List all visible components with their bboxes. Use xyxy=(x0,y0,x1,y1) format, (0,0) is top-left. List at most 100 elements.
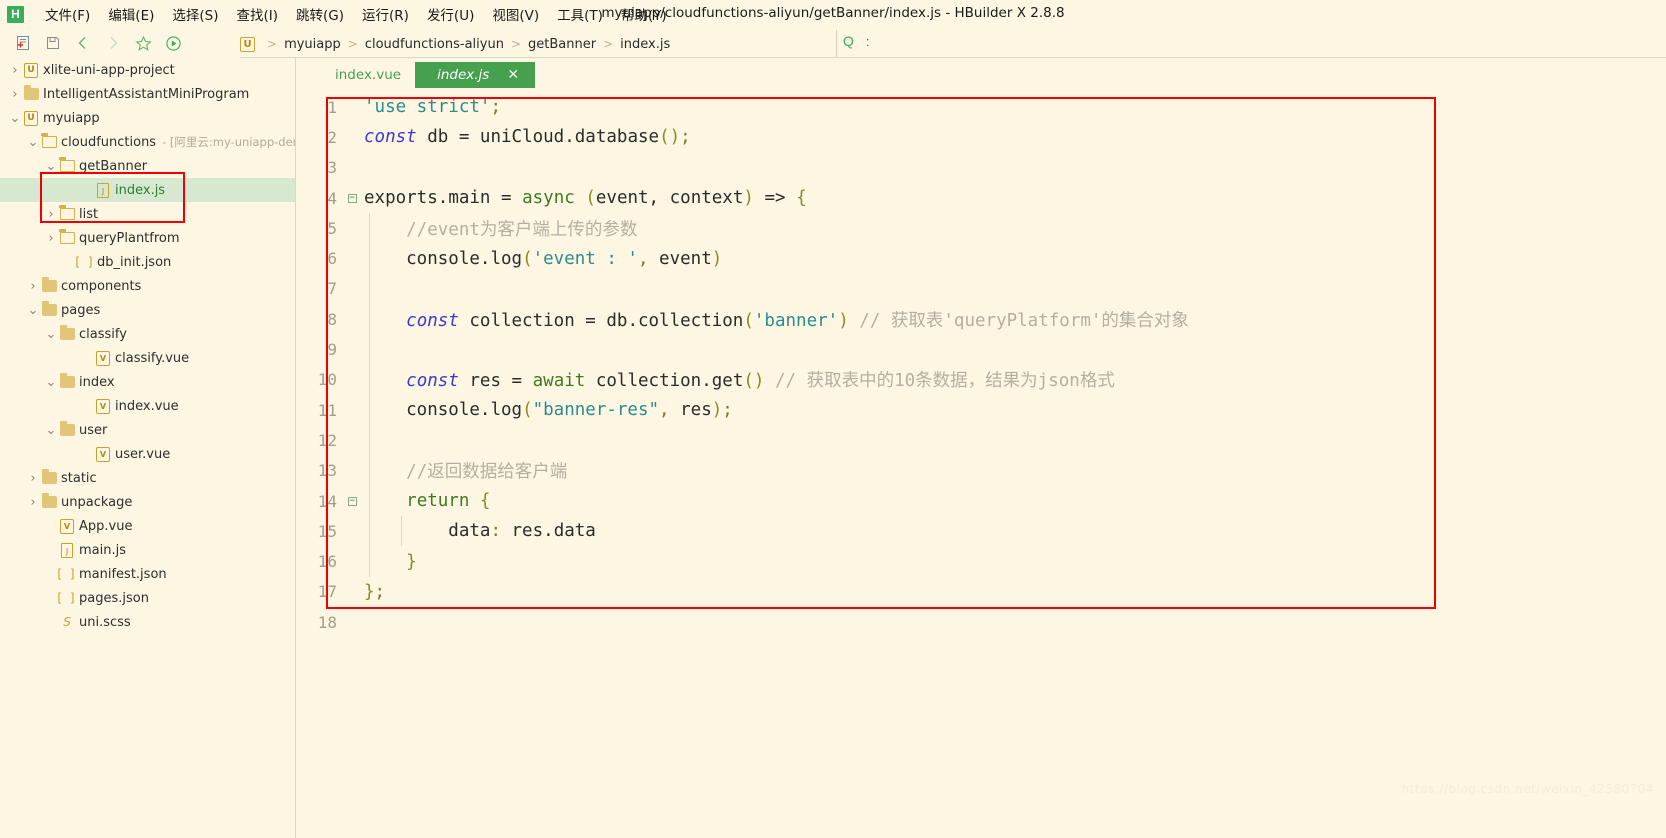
menu-item-view[interactable]: 视图(V) xyxy=(483,1,548,27)
tab-index-js[interactable]: index.js ✕ xyxy=(415,62,536,88)
indent-guide xyxy=(369,213,370,244)
chevron-down-icon[interactable]: ⌄ xyxy=(44,154,58,178)
tree-item-queryplantfrom[interactable]: › queryPlantfrom xyxy=(0,226,295,250)
menu-item-tools[interactable]: 工具(T) xyxy=(548,1,612,27)
save-icon[interactable] xyxy=(38,30,68,56)
tree-item-pages[interactable]: ⌄ pages xyxy=(0,298,295,322)
run-icon[interactable] xyxy=(158,30,188,56)
fold-collapse-icon[interactable]: − xyxy=(344,496,360,506)
folder-closed-icon xyxy=(22,82,40,106)
tree-item-manifest.json[interactable]: [ ] manifest.json xyxy=(0,562,295,586)
folder-closed-icon xyxy=(40,466,58,490)
token-punct: , xyxy=(637,248,649,269)
chevron-down-icon[interactable]: ⌄ xyxy=(8,106,22,130)
tree-item-user[interactable]: ⌄ user xyxy=(0,418,295,442)
tree-item-cloudfunctions[interactable]: ⌄ cloudfunctions - [阿里云:my-uniapp-demo] xyxy=(0,130,295,154)
chevron-right-icon[interactable]: › xyxy=(26,490,40,514)
folder-open-icon xyxy=(58,226,76,250)
menu-item-select[interactable]: 选择(S) xyxy=(163,1,227,27)
tree-item-app.vue[interactable]: V App.vue xyxy=(0,514,295,538)
tree-item-label: index xyxy=(79,374,115,390)
token-com: //返回数据给客户端 xyxy=(406,462,568,483)
menu-item-help[interactable]: 帮助(Y) xyxy=(612,1,676,27)
back-icon[interactable] xyxy=(68,30,98,56)
chevron-right-icon[interactable]: › xyxy=(26,274,40,298)
token-plain: data xyxy=(364,521,491,542)
token-str: 'use strict' xyxy=(364,97,491,118)
tree-item-xlite-uni-app-project[interactable]: › Uxlite-uni-app-project xyxy=(0,58,295,82)
chevron-down-icon[interactable]: ⌄ xyxy=(44,322,58,346)
chevron-down-icon[interactable]: ⌄ xyxy=(44,418,58,442)
vue-file-icon: V xyxy=(58,514,76,538)
menu-item-publish[interactable]: 发行(U) xyxy=(418,1,483,27)
project-file-tree[interactable]: › Uxlite-uni-app-project › IntelligentAssis… xyxy=(0,58,295,838)
menu-item-find[interactable]: 查找(I) xyxy=(228,1,288,27)
tree-item-label: components xyxy=(61,278,142,294)
tree-item-dbinit.json[interactable]: [ ] db_init.json xyxy=(0,250,295,274)
chevron-down-icon[interactable]: ⌄ xyxy=(44,370,58,394)
chevron-right-icon[interactable]: › xyxy=(44,202,58,226)
code-line: 8 const collection = db.collection('bann… xyxy=(296,304,1666,335)
search-icon[interactable]: Q xyxy=(843,33,854,49)
json-file-icon: [ ] xyxy=(57,591,77,605)
favorite-star-icon[interactable] xyxy=(128,30,158,56)
tab-index-vue[interactable]: index.vue xyxy=(321,62,415,88)
breadcrumb-segment-cloudfunctions[interactable]: cloudfunctions-aliyun xyxy=(365,37,504,52)
tree-item-index.vue[interactable]: Vindex.vue xyxy=(0,394,295,418)
token-plain: uniCloud xyxy=(469,127,565,148)
tree-item-intelligentassistantminiprogram[interactable]: › IntelligentAssistantMiniProgram xyxy=(0,82,295,106)
token-kw: const xyxy=(406,371,459,392)
folder-closed-icon xyxy=(40,490,58,514)
breadcrumb-separator: > xyxy=(603,37,614,51)
code-text: const res = await collection.get() // 获取… xyxy=(360,367,1666,392)
menu-item-edit[interactable]: 编辑(E) xyxy=(99,1,163,27)
more-options-icon[interactable]: : xyxy=(866,34,871,49)
close-icon[interactable]: ✕ xyxy=(507,67,519,83)
chevron-right-icon[interactable]: › xyxy=(44,226,58,250)
tree-item-uni.scss[interactable]: Suni.scss xyxy=(0,610,295,634)
tree-item-classify.vue[interactable]: Vclassify.vue xyxy=(0,346,295,370)
chevron-right-icon[interactable]: › xyxy=(8,82,22,106)
tree-item-user.vue[interactable]: Vuser.vue xyxy=(0,442,295,466)
chevron-right-icon[interactable]: › xyxy=(8,58,22,82)
tree-item-components[interactable]: › components xyxy=(0,274,295,298)
breadcrumb-segment-file[interactable]: index.js xyxy=(620,37,670,52)
chevron-right-icon[interactable]: › xyxy=(26,466,40,490)
toolbar-divider xyxy=(836,30,837,57)
menu-item-run[interactable]: 运行(R) xyxy=(353,1,418,27)
new-file-icon[interactable] xyxy=(8,30,38,56)
tree-item-index.js[interactable]: Jindex.js xyxy=(0,178,295,202)
tree-item-main.js[interactable]: Jmain.js xyxy=(0,538,295,562)
chevron-down-icon[interactable]: ⌄ xyxy=(26,130,40,154)
line-number: 5 xyxy=(327,218,337,238)
tree-item-getbanner[interactable]: ⌄ getBanner xyxy=(0,154,295,178)
token-kw: const xyxy=(406,310,459,331)
code-editor[interactable]: 1'use strict'; 2 const db = uniCloud.datab… xyxy=(296,92,1666,838)
tree-item-static[interactable]: › static xyxy=(0,466,295,490)
chevron-down-icon[interactable]: ⌄ xyxy=(26,298,40,322)
token-paren: ) xyxy=(711,400,723,421)
breadcrumb-segment-getbanner[interactable]: getBanner xyxy=(528,37,596,52)
token-punct: , xyxy=(659,400,670,421)
tree-item-list[interactable]: › list xyxy=(0,202,295,226)
breadcrumb-segment-project[interactable]: myuiapp xyxy=(284,37,341,52)
menu-item-goto[interactable]: 跳转(G) xyxy=(287,1,353,27)
line-number: 1 xyxy=(327,97,337,117)
tree-item-index[interactable]: ⌄ index xyxy=(0,370,295,394)
tree-item-pages.json[interactable]: [ ] pages.json xyxy=(0,586,295,610)
token-kw: const xyxy=(364,127,417,148)
menu-item-file[interactable]: 文件(F) xyxy=(36,1,99,27)
forward-icon[interactable] xyxy=(98,30,128,56)
folder-open-icon xyxy=(58,154,76,178)
fold-collapse-icon[interactable]: − xyxy=(344,193,360,203)
tree-item-myuiapp[interactable]: ⌄ Umyuiapp xyxy=(0,106,295,130)
tree-item-unpackage[interactable]: › unpackage xyxy=(0,490,295,514)
editor-tab-bar: index.vue index.js ✕ xyxy=(296,58,1666,92)
twisty-spacer xyxy=(44,610,58,634)
indent-guide xyxy=(369,425,370,456)
tree-item-label: uni.scss xyxy=(79,614,131,630)
tree-item-classify[interactable]: ⌄ classify xyxy=(0,322,295,346)
